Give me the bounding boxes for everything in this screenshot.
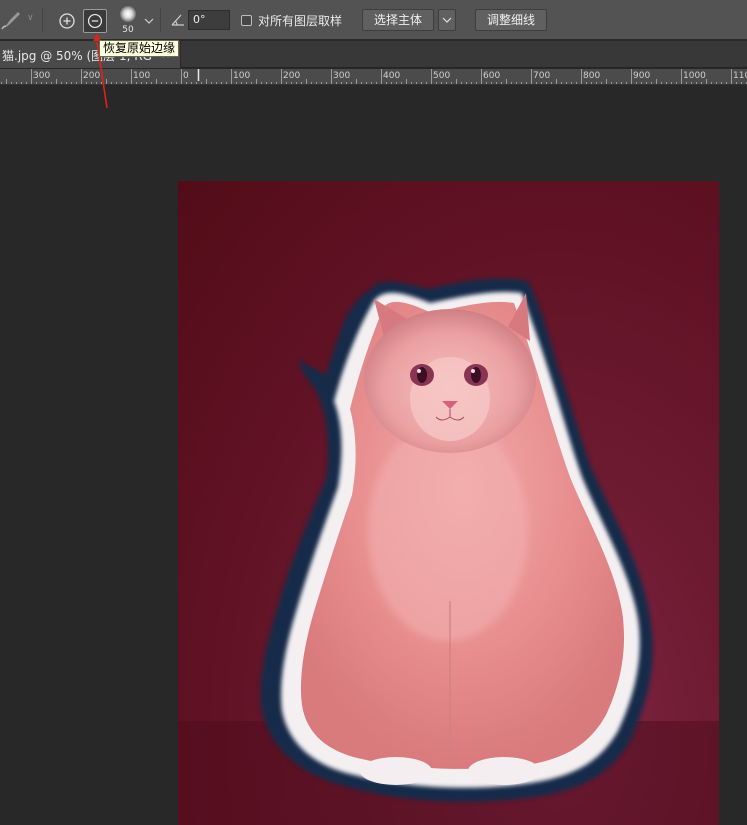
chevron-down-icon xyxy=(442,17,452,23)
ruler-label: 700 xyxy=(533,71,551,81)
divider xyxy=(42,8,43,32)
sample-all-layers-checkbox[interactable] xyxy=(241,15,252,26)
ruler-label: 1000 xyxy=(683,71,706,81)
ruler-label: 200 xyxy=(283,71,301,81)
brush-tip-icon xyxy=(120,6,136,22)
tool-preset-caret-icon[interactable]: ∨ xyxy=(27,13,34,23)
ruler-label: 600 xyxy=(483,71,501,81)
chevron-down-icon[interactable] xyxy=(143,12,155,24)
sample-all-layers-label: 对所有图层取样 xyxy=(258,14,343,28)
divider xyxy=(160,8,161,32)
ruler-label: 500 xyxy=(433,71,451,81)
ruler-label: 900 xyxy=(633,71,651,81)
angle-icon xyxy=(170,12,186,28)
ruler-label: 1100 xyxy=(733,71,747,81)
ruler-label: 100 xyxy=(233,71,251,81)
document-canvas[interactable] xyxy=(178,181,719,825)
angle-input[interactable]: 0° xyxy=(188,10,230,30)
ruler-label: 400 xyxy=(383,71,401,81)
ruler-label: 200 xyxy=(83,71,101,81)
ruler-label: 800 xyxy=(583,71,601,81)
brush-icon[interactable] xyxy=(0,8,26,32)
brush-size-picker[interactable]: 50 xyxy=(114,4,142,36)
horizontal-ruler: 300 200 100 0 100 200 300 400 500 600 700 800 900 100… xyxy=(0,69,747,85)
cat-image xyxy=(178,278,719,825)
circle-plus-icon[interactable] xyxy=(56,10,78,32)
brush-size-value: 50 xyxy=(122,25,134,35)
select-subject-dropdown[interactable] xyxy=(438,9,456,31)
ruler-label: 300 xyxy=(333,71,351,81)
circle-minus-icon[interactable] xyxy=(83,9,107,33)
ruler-label: 100 xyxy=(133,71,151,81)
options-bar: ∨ 50 0° 对所有图层取样 选择主体 调整细线 xyxy=(0,0,747,40)
tooltip: 恢复原始边缘 xyxy=(99,40,180,57)
ruler-label: 300 xyxy=(33,71,51,81)
refine-edge-button[interactable]: 调整细线 xyxy=(475,9,547,31)
ruler-label: 0 xyxy=(183,71,189,81)
select-subject-button[interactable]: 选择主体 xyxy=(362,9,434,31)
